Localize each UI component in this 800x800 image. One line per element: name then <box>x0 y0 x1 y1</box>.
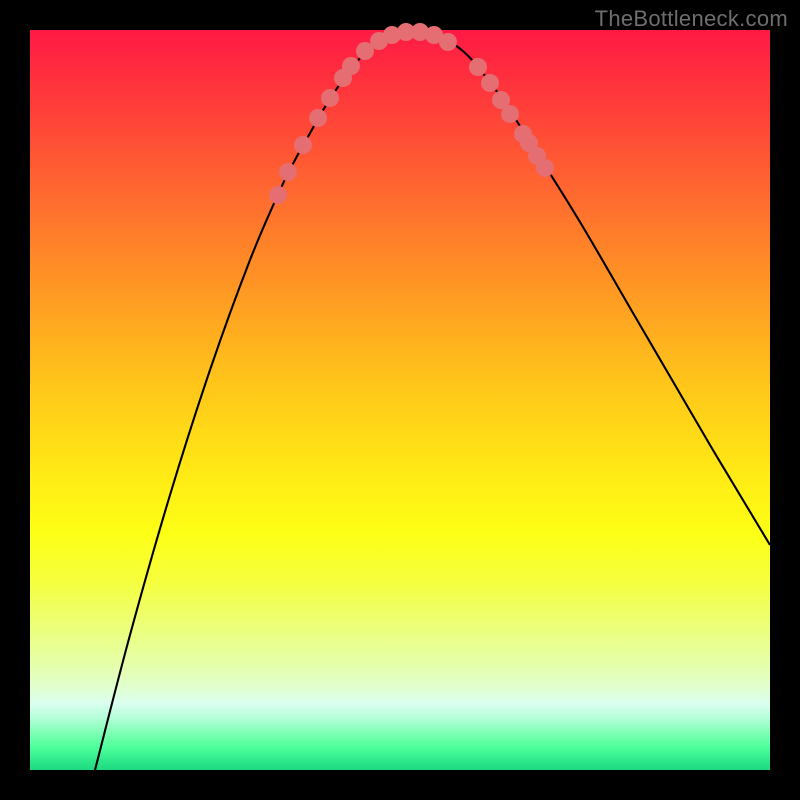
data-marker <box>309 109 327 127</box>
data-marker <box>439 33 457 51</box>
data-marker <box>481 74 499 92</box>
watermark-text: TheBottleneck.com <box>595 6 788 32</box>
data-marker <box>501 105 519 123</box>
data-marker <box>279 163 297 181</box>
data-marker <box>321 89 339 107</box>
plot-area <box>30 30 770 770</box>
data-marker <box>342 57 360 75</box>
data-marker <box>469 58 487 76</box>
data-marker <box>294 136 312 154</box>
data-marker <box>269 186 287 204</box>
bottleneck-curve <box>95 32 770 770</box>
chart-frame: TheBottleneck.com <box>0 0 800 800</box>
marker-group <box>269 23 554 204</box>
curve-svg <box>30 30 770 770</box>
data-marker <box>536 159 554 177</box>
